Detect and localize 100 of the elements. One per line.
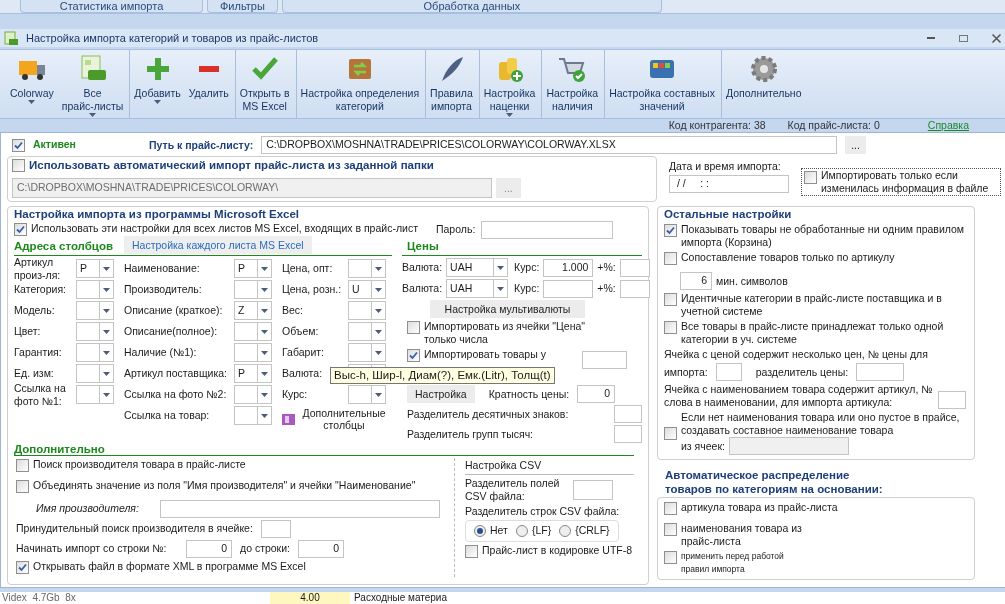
checkbox[interactable] bbox=[12, 159, 25, 173]
checkbox[interactable] bbox=[664, 321, 677, 334]
tab[interactable]: Фильтры bbox=[207, 0, 278, 13]
input-field[interactable]: C:\DROPBOX\MOSHNA\TRADE\PRICES\COLORWAY\ bbox=[12, 178, 492, 199]
input-field[interactable]: 6 bbox=[680, 272, 712, 290]
input-field[interactable] bbox=[582, 351, 627, 370]
input-field[interactable] bbox=[728, 437, 849, 455]
toolbar-button[interactable]: Удалить bbox=[184, 50, 233, 118]
input-field[interactable] bbox=[481, 221, 614, 240]
checkbox[interactable] bbox=[12, 138, 25, 152]
dropdown[interactable] bbox=[234, 385, 272, 405]
dropdown[interactable] bbox=[348, 385, 386, 405]
input-field[interactable]: 1.000 bbox=[543, 258, 594, 277]
toolbar-button[interactable]: Настройка составных значений bbox=[604, 50, 719, 118]
checkbox[interactable] bbox=[664, 293, 677, 306]
dropdown[interactable] bbox=[76, 364, 114, 384]
toolbar-button[interactable]: Открыть в MS Excel bbox=[234, 50, 294, 118]
field-label: мин. символов bbox=[716, 274, 788, 288]
tab[interactable]: Статистика импорта bbox=[20, 0, 203, 13]
dropdown[interactable] bbox=[348, 301, 386, 321]
checkbox[interactable] bbox=[16, 480, 29, 493]
button[interactable]: Настройка каждого листа MS Excel bbox=[124, 236, 312, 255]
dropdown[interactable]: P bbox=[234, 259, 272, 279]
dropdown[interactable] bbox=[348, 259, 386, 279]
dropdown[interactable] bbox=[76, 385, 114, 405]
dropdown[interactable]: Z bbox=[234, 301, 272, 321]
input-field[interactable] bbox=[260, 519, 291, 538]
caret-icon bbox=[261, 308, 268, 313]
caret-icon bbox=[375, 350, 382, 355]
group-title: Автоматическое распределение товаров по категориям на основании: bbox=[664, 468, 884, 496]
checkbox[interactable] bbox=[14, 222, 27, 236]
toolbar-button[interactable]: Настройка наличия bbox=[541, 50, 603, 118]
checkbox[interactable] bbox=[407, 321, 420, 335]
field-label: Пароль: bbox=[435, 223, 476, 236]
dropdown[interactable]: P bbox=[76, 259, 114, 279]
dropdown[interactable] bbox=[76, 280, 114, 300]
toolbar-button[interactable]: Настройка наценки bbox=[478, 50, 540, 118]
input-field[interactable] bbox=[715, 363, 742, 381]
input-field[interactable] bbox=[619, 279, 650, 298]
tab[interactable]: Обработка данных bbox=[281, 0, 662, 13]
toolbar-button[interactable]: Дополнительно bbox=[720, 50, 806, 118]
dropdown[interactable] bbox=[76, 301, 114, 321]
dropdown[interactable] bbox=[76, 322, 114, 342]
caret-icon bbox=[375, 308, 382, 313]
toolbar-button[interactable]: Правила импорта bbox=[425, 50, 477, 118]
caret-icon bbox=[89, 113, 97, 117]
checkbox-label: Активен bbox=[33, 137, 77, 153]
checkbox[interactable] bbox=[804, 171, 817, 184]
dropdown[interactable] bbox=[234, 343, 272, 363]
input-field[interactable]: 0 bbox=[298, 539, 344, 558]
field-label: Ячейка с ценой содержит несколько цен, № цены для bbox=[664, 348, 929, 361]
toolbar-button[interactable]: Все прайс-листы bbox=[57, 50, 128, 118]
dropdown[interactable] bbox=[234, 406, 272, 426]
dropdown[interactable] bbox=[234, 280, 272, 300]
input-field[interactable] bbox=[543, 279, 594, 298]
field-label: Габарит: bbox=[282, 346, 325, 360]
button[interactable]: Настройка мультивалюты bbox=[430, 300, 585, 319]
radio-button[interactable] bbox=[515, 524, 528, 537]
dropdown[interactable] bbox=[348, 343, 386, 363]
caret-icon bbox=[375, 287, 382, 292]
input-field[interactable] bbox=[160, 499, 440, 518]
checkbox[interactable] bbox=[664, 550, 677, 564]
input-field[interactable]: 0 bbox=[577, 385, 616, 404]
close-icon[interactable] bbox=[992, 33, 1001, 43]
toolbar-button[interactable]: Colorway bbox=[6, 50, 58, 118]
maximize-icon[interactable] bbox=[959, 34, 968, 42]
dropdown[interactable] bbox=[76, 343, 114, 363]
checkbox[interactable] bbox=[465, 544, 478, 558]
input-field[interactable] bbox=[619, 258, 650, 277]
dropdown[interactable]: P bbox=[234, 364, 272, 384]
checkbox-label: Импортировать товары у bbox=[424, 348, 547, 362]
input-field[interactable]: / / : : bbox=[669, 175, 789, 193]
dropdown[interactable] bbox=[234, 322, 272, 342]
dropdown[interactable]: UAH bbox=[446, 258, 509, 278]
checkbox[interactable] bbox=[664, 522, 677, 536]
checkbox[interactable] bbox=[664, 502, 677, 515]
toolbar-button[interactable]: Добавить bbox=[129, 50, 185, 118]
input-field[interactable] bbox=[614, 405, 642, 424]
radio-button[interactable] bbox=[559, 524, 572, 537]
input-field[interactable] bbox=[573, 480, 613, 500]
dropdown[interactable] bbox=[348, 322, 386, 342]
button[interactable]: ... bbox=[845, 136, 866, 154]
checkbox[interactable] bbox=[16, 560, 29, 574]
checkbox[interactable] bbox=[664, 252, 677, 266]
extra-columns-link[interactable]: Дополнительные столбцы bbox=[299, 407, 389, 432]
dropdown[interactable]: U bbox=[348, 280, 386, 300]
input-field[interactable] bbox=[856, 363, 905, 381]
input-field[interactable] bbox=[614, 425, 642, 444]
button[interactable]: Настройка bbox=[407, 385, 475, 404]
field-label: Наименование: bbox=[124, 262, 201, 276]
checkbox[interactable] bbox=[664, 224, 677, 238]
checkbox[interactable] bbox=[16, 459, 29, 473]
dropdown[interactable]: UAH bbox=[446, 279, 509, 299]
checkbox[interactable] bbox=[664, 426, 677, 440]
radio-button[interactable] bbox=[474, 524, 486, 537]
checkbox[interactable] bbox=[407, 349, 420, 363]
input-field[interactable]: C:\DROPBOX\MOSHNA\TRADE\PRICES\COLORWAY\COLORWAY.XLSX bbox=[261, 136, 838, 154]
input-field[interactable] bbox=[938, 391, 966, 409]
toolbar-button[interactable]: Настройка определения категорий bbox=[295, 50, 424, 118]
input-field[interactable]: 0 bbox=[186, 539, 232, 558]
